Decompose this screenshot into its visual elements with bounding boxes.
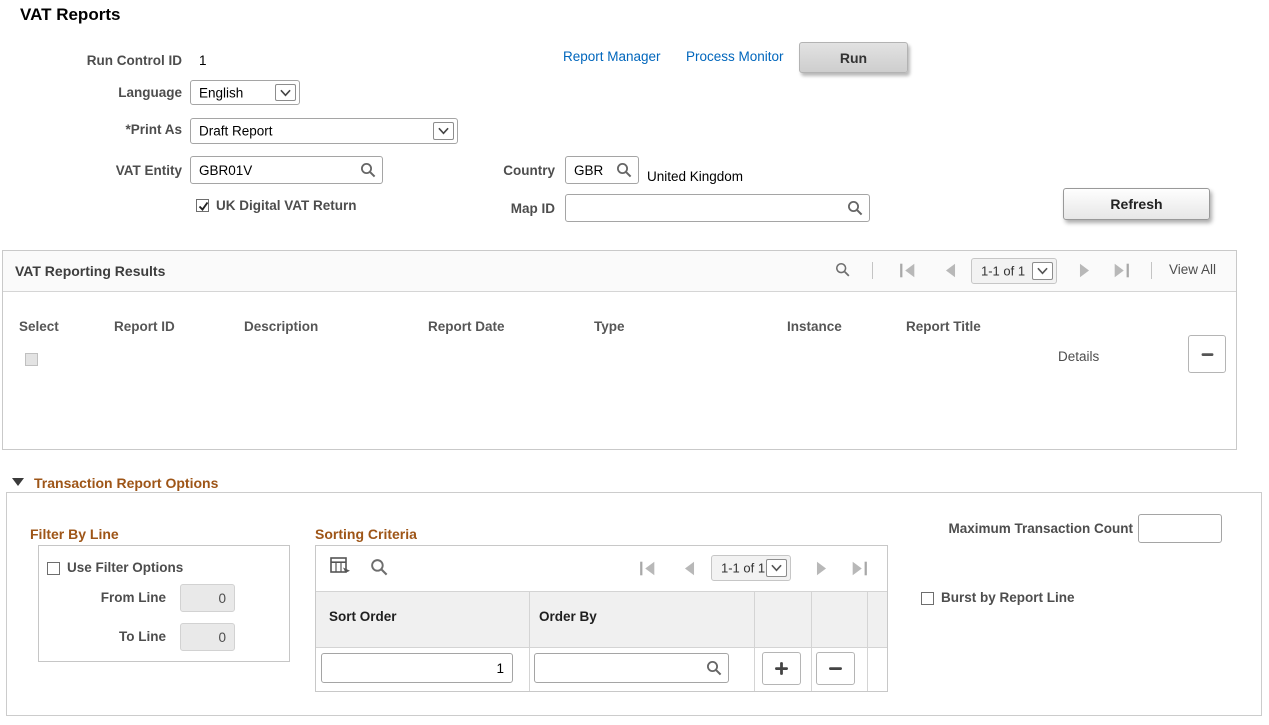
chevron-down-icon: [433, 122, 454, 140]
map-id-label: Map ID: [470, 201, 555, 216]
vat-reports-page: VAT Reports Run Control ID 1 Report Mana…: [0, 0, 1269, 725]
add-row-button[interactable]: [762, 652, 801, 685]
previous-page-icon[interactable]: [681, 561, 698, 576]
search-icon[interactable]: [706, 660, 722, 676]
use-filter-options-checkbox[interactable]: [47, 562, 60, 575]
search-icon[interactable]: [360, 162, 376, 178]
results-pager-select[interactable]: 1-1 of 1: [971, 258, 1057, 284]
delete-row-button[interactable]: [816, 652, 855, 685]
grid-column-line: [529, 591, 530, 691]
run-control-id-value: 1: [199, 53, 207, 68]
uk-digital-vat-label: UK Digital VAT Return: [216, 198, 357, 213]
use-filter-options-label: Use Filter Options: [67, 560, 183, 575]
burst-by-report-line-checkbox[interactable]: [921, 592, 934, 605]
collapse-triangle-icon[interactable]: [12, 478, 24, 486]
max-transaction-count-wrap: [1138, 514, 1222, 543]
run-button[interactable]: Run: [799, 42, 908, 73]
col-header-description: Description: [244, 319, 318, 334]
process-monitor-link[interactable]: Process Monitor: [686, 49, 784, 64]
view-all-link[interactable]: View All: [1169, 262, 1216, 277]
page-title: VAT Reports: [20, 5, 120, 25]
country-field-wrap: [565, 156, 639, 184]
print-as-select[interactable]: Draft Report: [190, 118, 458, 144]
delete-row-button[interactable]: [1188, 335, 1226, 373]
sorting-pager-range: 1-1 of 1: [721, 561, 765, 576]
language-select-value: English: [199, 85, 243, 100]
run-control-id-label: Run Control ID: [0, 53, 182, 68]
grid-column-line: [867, 591, 868, 691]
to-line-input: [180, 623, 235, 651]
chevron-down-icon: [1032, 262, 1053, 280]
filter-by-line-title: Filter By Line: [30, 526, 119, 542]
print-as-label: *Print As: [0, 122, 182, 137]
sort-order-header: Sort Order: [329, 609, 397, 624]
next-page-icon[interactable]: [1076, 263, 1093, 278]
col-header-instance: Instance: [787, 319, 842, 334]
results-pager-range: 1-1 of 1: [981, 264, 1025, 279]
col-header-report-title: Report Title: [906, 319, 981, 334]
sort-order-input[interactable]: [321, 653, 513, 683]
sort-order-field-wrap: [321, 653, 513, 683]
grid-search-icon[interactable]: [834, 262, 851, 277]
chevron-down-icon: [275, 84, 296, 101]
row-select-checkbox: [25, 353, 38, 366]
uk-digital-vat-checkbox[interactable]: [196, 199, 209, 212]
col-header-report-date: Report Date: [428, 319, 505, 334]
order-by-input[interactable]: [534, 653, 729, 683]
results-header-bar: VAT Reporting Results 1-1 of 1: [3, 251, 1236, 292]
country-label: Country: [470, 163, 555, 178]
chevron-down-icon: [766, 559, 787, 577]
from-line-label: From Line: [66, 590, 166, 605]
language-label: Language: [0, 85, 182, 100]
to-line-label: To Line: [66, 629, 166, 644]
vat-entity-field-wrap: [190, 156, 383, 184]
refresh-button[interactable]: Refresh: [1063, 188, 1210, 220]
max-transaction-count-label: Maximum Transaction Count: [913, 521, 1133, 536]
grid-search-icon[interactable]: [370, 558, 388, 576]
map-id-field-wrap: [565, 194, 870, 222]
country-name-text: United Kingdom: [647, 169, 743, 184]
col-header-type: Type: [594, 319, 625, 334]
first-page-icon[interactable]: [899, 263, 916, 278]
sorting-header-row: [316, 591, 887, 648]
vat-entity-input[interactable]: [190, 156, 383, 184]
vat-entity-label: VAT Entity: [0, 163, 182, 178]
search-icon[interactable]: [616, 162, 632, 178]
from-line-field-wrap: [180, 584, 235, 612]
col-header-report-id: Report ID: [114, 319, 175, 334]
order-by-header: Order By: [539, 609, 597, 624]
grid-column-line: [754, 591, 755, 691]
map-id-input[interactable]: [565, 194, 870, 222]
first-page-icon[interactable]: [639, 561, 656, 576]
sorting-criteria-title: Sorting Criteria: [315, 526, 417, 542]
sorting-pager-select[interactable]: 1-1 of 1: [711, 555, 791, 581]
sorting-criteria-grid: 1-1 of 1 Sort Order Order By: [315, 545, 888, 692]
grid-column-line: [811, 591, 812, 691]
next-page-icon[interactable]: [813, 561, 830, 576]
pager-separator: [872, 262, 873, 279]
last-page-icon[interactable]: [851, 561, 868, 576]
previous-page-icon[interactable]: [942, 263, 959, 278]
report-manager-link[interactable]: Report Manager: [563, 49, 661, 64]
language-select[interactable]: English: [190, 80, 300, 105]
search-icon[interactable]: [847, 200, 863, 216]
vat-reporting-results-grid: VAT Reporting Results 1-1 of 1: [2, 250, 1237, 450]
max-transaction-count-input[interactable]: [1138, 514, 1222, 543]
details-link[interactable]: Details: [1058, 349, 1099, 364]
print-as-select-value: Draft Report: [199, 124, 273, 139]
results-title: VAT Reporting Results: [15, 251, 165, 291]
personalize-grid-icon[interactable]: [330, 557, 351, 576]
order-by-field-wrap: [534, 653, 729, 683]
burst-by-report-line-label: Burst by Report Line: [941, 590, 1075, 605]
from-line-input: [180, 584, 235, 612]
pager-separator: [1151, 262, 1152, 279]
transaction-report-options-title[interactable]: Transaction Report Options: [34, 475, 218, 491]
last-page-icon[interactable]: [1113, 263, 1130, 278]
to-line-field-wrap: [180, 623, 235, 651]
col-header-select: Select: [19, 319, 59, 334]
